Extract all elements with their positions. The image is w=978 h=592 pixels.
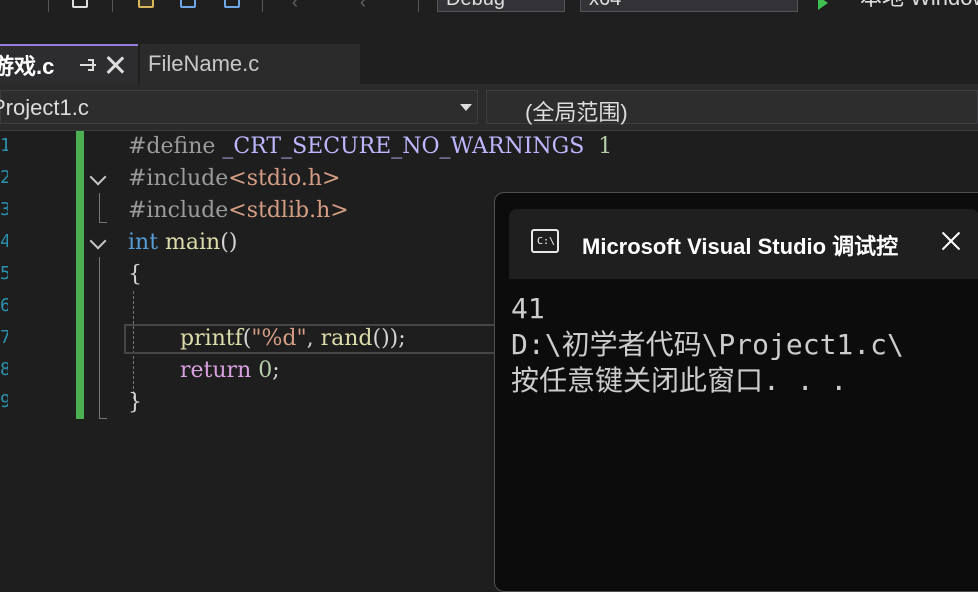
fold-guide (99, 193, 100, 223)
fold-chevron-icon[interactable] (89, 232, 107, 250)
close-icon[interactable] (939, 229, 963, 253)
line-number: 7 (0, 327, 8, 348)
change-tracking-bar (76, 131, 84, 419)
project-dropdown-value: Project1.c (0, 95, 89, 120)
fold-guide-end (99, 418, 107, 419)
console-output-line: 按任意键关闭此窗口. . . (511, 364, 848, 397)
tab-label: FileName.c (148, 51, 260, 76)
run-button-label[interactable]: 本地 Windows (860, 0, 978, 10)
scope-dropdown[interactable]: (全局范围) (486, 90, 978, 125)
tab-label: 游戏.c (0, 54, 55, 79)
code-line-4[interactable]: int main() (128, 227, 237, 259)
code-line-9[interactable]: } (128, 387, 142, 419)
project-dropdown[interactable]: Project1.c (0, 90, 478, 124)
code-line-5[interactable]: { (128, 259, 142, 291)
line-number: 1 (0, 135, 8, 156)
code-line-8[interactable]: return 0; (180, 355, 280, 387)
config-dropdown[interactable]: Debug (437, 0, 565, 12)
line-number: 4 (0, 231, 8, 252)
fold-chevron-icon[interactable] (89, 168, 107, 186)
line-number: 6 (0, 295, 8, 316)
console-titlebar[interactable]: C:\ Microsoft Visual Studio 调试控 (509, 209, 978, 279)
play-icon[interactable] (818, 0, 828, 10)
line-number: 5 (0, 263, 8, 284)
chevron-down-icon[interactable] (460, 104, 472, 111)
scope-dropdown-value: (全局范围) (525, 100, 628, 125)
code-line-2[interactable]: #include<stdio.h> (128, 163, 340, 195)
toolbar-separator (48, 0, 49, 12)
code-line-1[interactable]: #define _CRT_SECURE_NO_WARNINGS 1 (128, 131, 612, 163)
toolbar-separator (262, 0, 263, 12)
console-output-line: D:\初学者代码\Project1.c\ (511, 328, 904, 361)
toolbar: ‹ ‹ Debug x64 本地 Windows (0, 0, 978, 14)
fold-guide-end (99, 222, 107, 223)
save-icon[interactable] (180, 0, 196, 8)
copy-icon[interactable] (72, 0, 88, 8)
document-tab-strip: 游戏.c FileName.c (0, 14, 978, 84)
console-app-icon: C:\ (531, 229, 559, 253)
tab-active-file[interactable]: 游戏.c (0, 44, 138, 84)
close-icon[interactable] (106, 56, 124, 74)
console-output-line: 41 (511, 292, 545, 325)
platform-dropdown[interactable]: x64 (580, 0, 798, 12)
code-line-7[interactable]: printf("%d", rand()); (180, 323, 406, 355)
open-folder-icon[interactable] (138, 0, 154, 8)
toolbar-separator (112, 0, 113, 12)
pin-icon[interactable] (80, 58, 97, 72)
debug-console-window[interactable]: C:\ Microsoft Visual Studio 调试控 41 D:\初学… (494, 192, 978, 592)
toolbar-separator (418, 0, 419, 12)
line-number: 3 (0, 199, 8, 220)
save-all-icon[interactable] (224, 0, 240, 8)
navigation-bar: Project1.c (全局范围) (0, 84, 978, 131)
console-app-icon-text: C:\ (537, 236, 556, 247)
redo-icon[interactable]: ‹ (360, 0, 366, 13)
undo-icon[interactable]: ‹ (292, 0, 298, 13)
line-number: 2 (0, 167, 8, 188)
console-title: Microsoft Visual Studio 调试控 (582, 234, 899, 259)
tab-filename-c[interactable]: FileName.c (140, 44, 360, 84)
line-number: 9 (0, 391, 8, 412)
code-line-3[interactable]: #include<stdlib.h> (128, 195, 349, 227)
fold-guide (99, 257, 100, 419)
line-number: 8 (0, 359, 8, 380)
